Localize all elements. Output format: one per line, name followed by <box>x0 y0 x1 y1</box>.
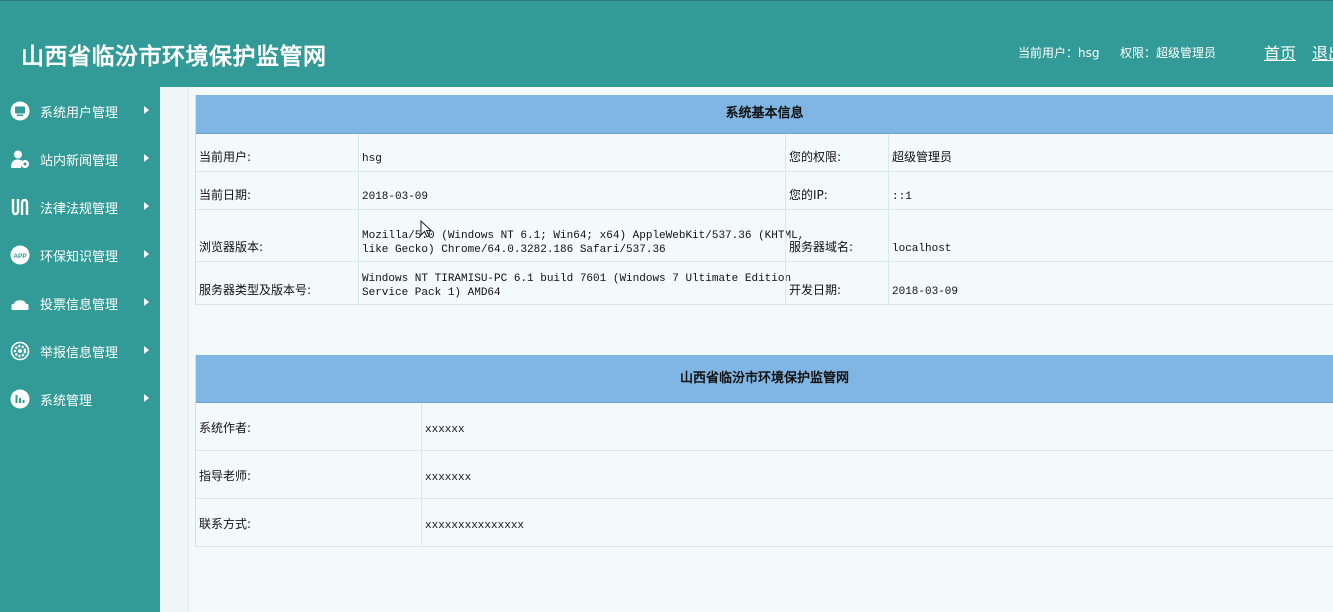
system-info-title: 系统基本信息 <box>196 95 1333 134</box>
chevron-right-icon <box>144 346 149 354</box>
top-header: 山西省临汾市环境保护监管网 当前用户：hsg 权限：超级管理员 首页 退出 <box>0 0 1333 87</box>
table-row: 系统作者: xxxxxx <box>196 403 1333 451</box>
current-user-value: hsg <box>362 153 382 165</box>
table-row: 当前日期: 2018-03-09 您的IP: ::1 <box>196 172 1333 210</box>
sidebar-item-label: 法律法规管理 <box>40 202 119 217</box>
permission-text: 权限：超级管理员 <box>1120 46 1217 60</box>
sidebar-item-label: 举报信息管理 <box>40 346 119 361</box>
chevron-right-icon <box>144 250 149 258</box>
row-label: 开发日期: <box>789 283 842 297</box>
site-title: 山西省临汾市环境保护监管网 <box>21 43 327 70</box>
row-label: 您的权限: <box>789 150 842 164</box>
current-user-text: 当前用户：hsg <box>1018 46 1100 60</box>
advisor-value: xxxxxxx <box>425 472 472 484</box>
about-table: 山西省临汾市环境保护监管网 系统作者: xxxxxx 指导老师: xxxxxxx… <box>195 355 1333 547</box>
table-row: 浏览器版本: Mozilla/5.0 (Windows NT 6.1; Win6… <box>196 210 1333 262</box>
app-icon: APP <box>10 245 30 265</box>
dev-date-value: 2018-03-09 <box>892 286 959 298</box>
sidebar-item-report[interactable]: 举报信息管理 <box>0 327 160 375</box>
row-label: 指导老师: <box>199 469 252 483</box>
ip-value: ::1 <box>892 191 912 203</box>
content-gutter <box>160 87 189 612</box>
row-label: 联系方式: <box>199 517 252 531</box>
sidebar-item-system-users[interactable]: 系统用户管理 <box>0 87 160 135</box>
row-label: 服务器类型及版本号: <box>199 283 312 297</box>
vote-icon <box>11 300 29 310</box>
row-label: 当前日期: <box>199 188 252 202</box>
permission-value: 超级管理员 <box>892 150 953 164</box>
chevron-right-icon <box>144 394 149 402</box>
mouse-cursor-icon <box>420 220 432 238</box>
table-row: 当前用户: hsg 您的权限: 超级管理员 <box>196 134 1333 172</box>
user-gear-icon <box>11 150 29 168</box>
sidebar-item-system[interactable]: 系统管理 <box>0 375 160 423</box>
row-label: 当前用户: <box>199 150 252 164</box>
system-info-table: 系统基本信息 当前用户: hsg 您的权限: 超级管理员 当前日期: 2018-… <box>195 95 1333 305</box>
server-domain-value: localhost <box>892 243 952 255</box>
current-date-value: 2018-03-09 <box>362 191 429 203</box>
sidebar-item-label: 环保知识管理 <box>40 250 119 265</box>
row-label: 服务器域名: <box>789 240 854 254</box>
chevron-right-icon <box>144 202 149 210</box>
row-label: 系统作者: <box>199 421 252 435</box>
sidebar-item-label: 系统管理 <box>40 394 93 409</box>
sidebar-item-label: 站内新闻管理 <box>40 154 119 169</box>
logout-link[interactable]: 退出 <box>1312 40 1333 64</box>
sidebar-item-knowledge[interactable]: APP 环保知识管理 <box>0 231 160 279</box>
chevron-right-icon <box>144 106 149 114</box>
sidebar-item-label: 投票信息管理 <box>40 298 119 313</box>
svg-text:APP: APP <box>13 253 27 260</box>
row-label: 浏览器版本: <box>199 240 264 254</box>
gear-icon <box>10 341 30 361</box>
sidebar-item-label: 系统用户管理 <box>40 106 119 121</box>
server-type-value: Windows NT TIRAMISU-PC 6.1 build 7601 (W… <box>362 273 792 299</box>
table-row: 服务器类型及版本号: Windows NT TIRAMISU-PC 6.1 bu… <box>196 262 1333 305</box>
scale-icon <box>11 198 29 216</box>
sidebar-item-laws[interactable]: 法律法规管理 <box>0 183 160 231</box>
chevron-right-icon <box>144 154 149 162</box>
table-row: 联系方式: xxxxxxxxxxxxxxx <box>196 499 1333 547</box>
monitor-icon <box>10 101 30 121</box>
row-label: 您的IP: <box>789 188 828 202</box>
home-link[interactable]: 首页 <box>1264 40 1296 64</box>
sidebar: 系统用户管理 站内新闻管理 法律法规管理 APP 环保知识管理 投票信息管理 举… <box>0 87 160 612</box>
sidebar-item-news[interactable]: 站内新闻管理 <box>0 135 160 183</box>
author-value: xxxxxx <box>425 424 465 436</box>
table-row: 指导老师: xxxxxxx <box>196 451 1333 499</box>
sidebar-item-vote[interactable]: 投票信息管理 <box>0 279 160 327</box>
bar-chart-icon <box>10 389 30 409</box>
contact-value: xxxxxxxxxxxxxxx <box>425 520 525 532</box>
chevron-right-icon <box>144 298 149 306</box>
about-title: 山西省临汾市环境保护监管网 <box>196 355 1333 403</box>
